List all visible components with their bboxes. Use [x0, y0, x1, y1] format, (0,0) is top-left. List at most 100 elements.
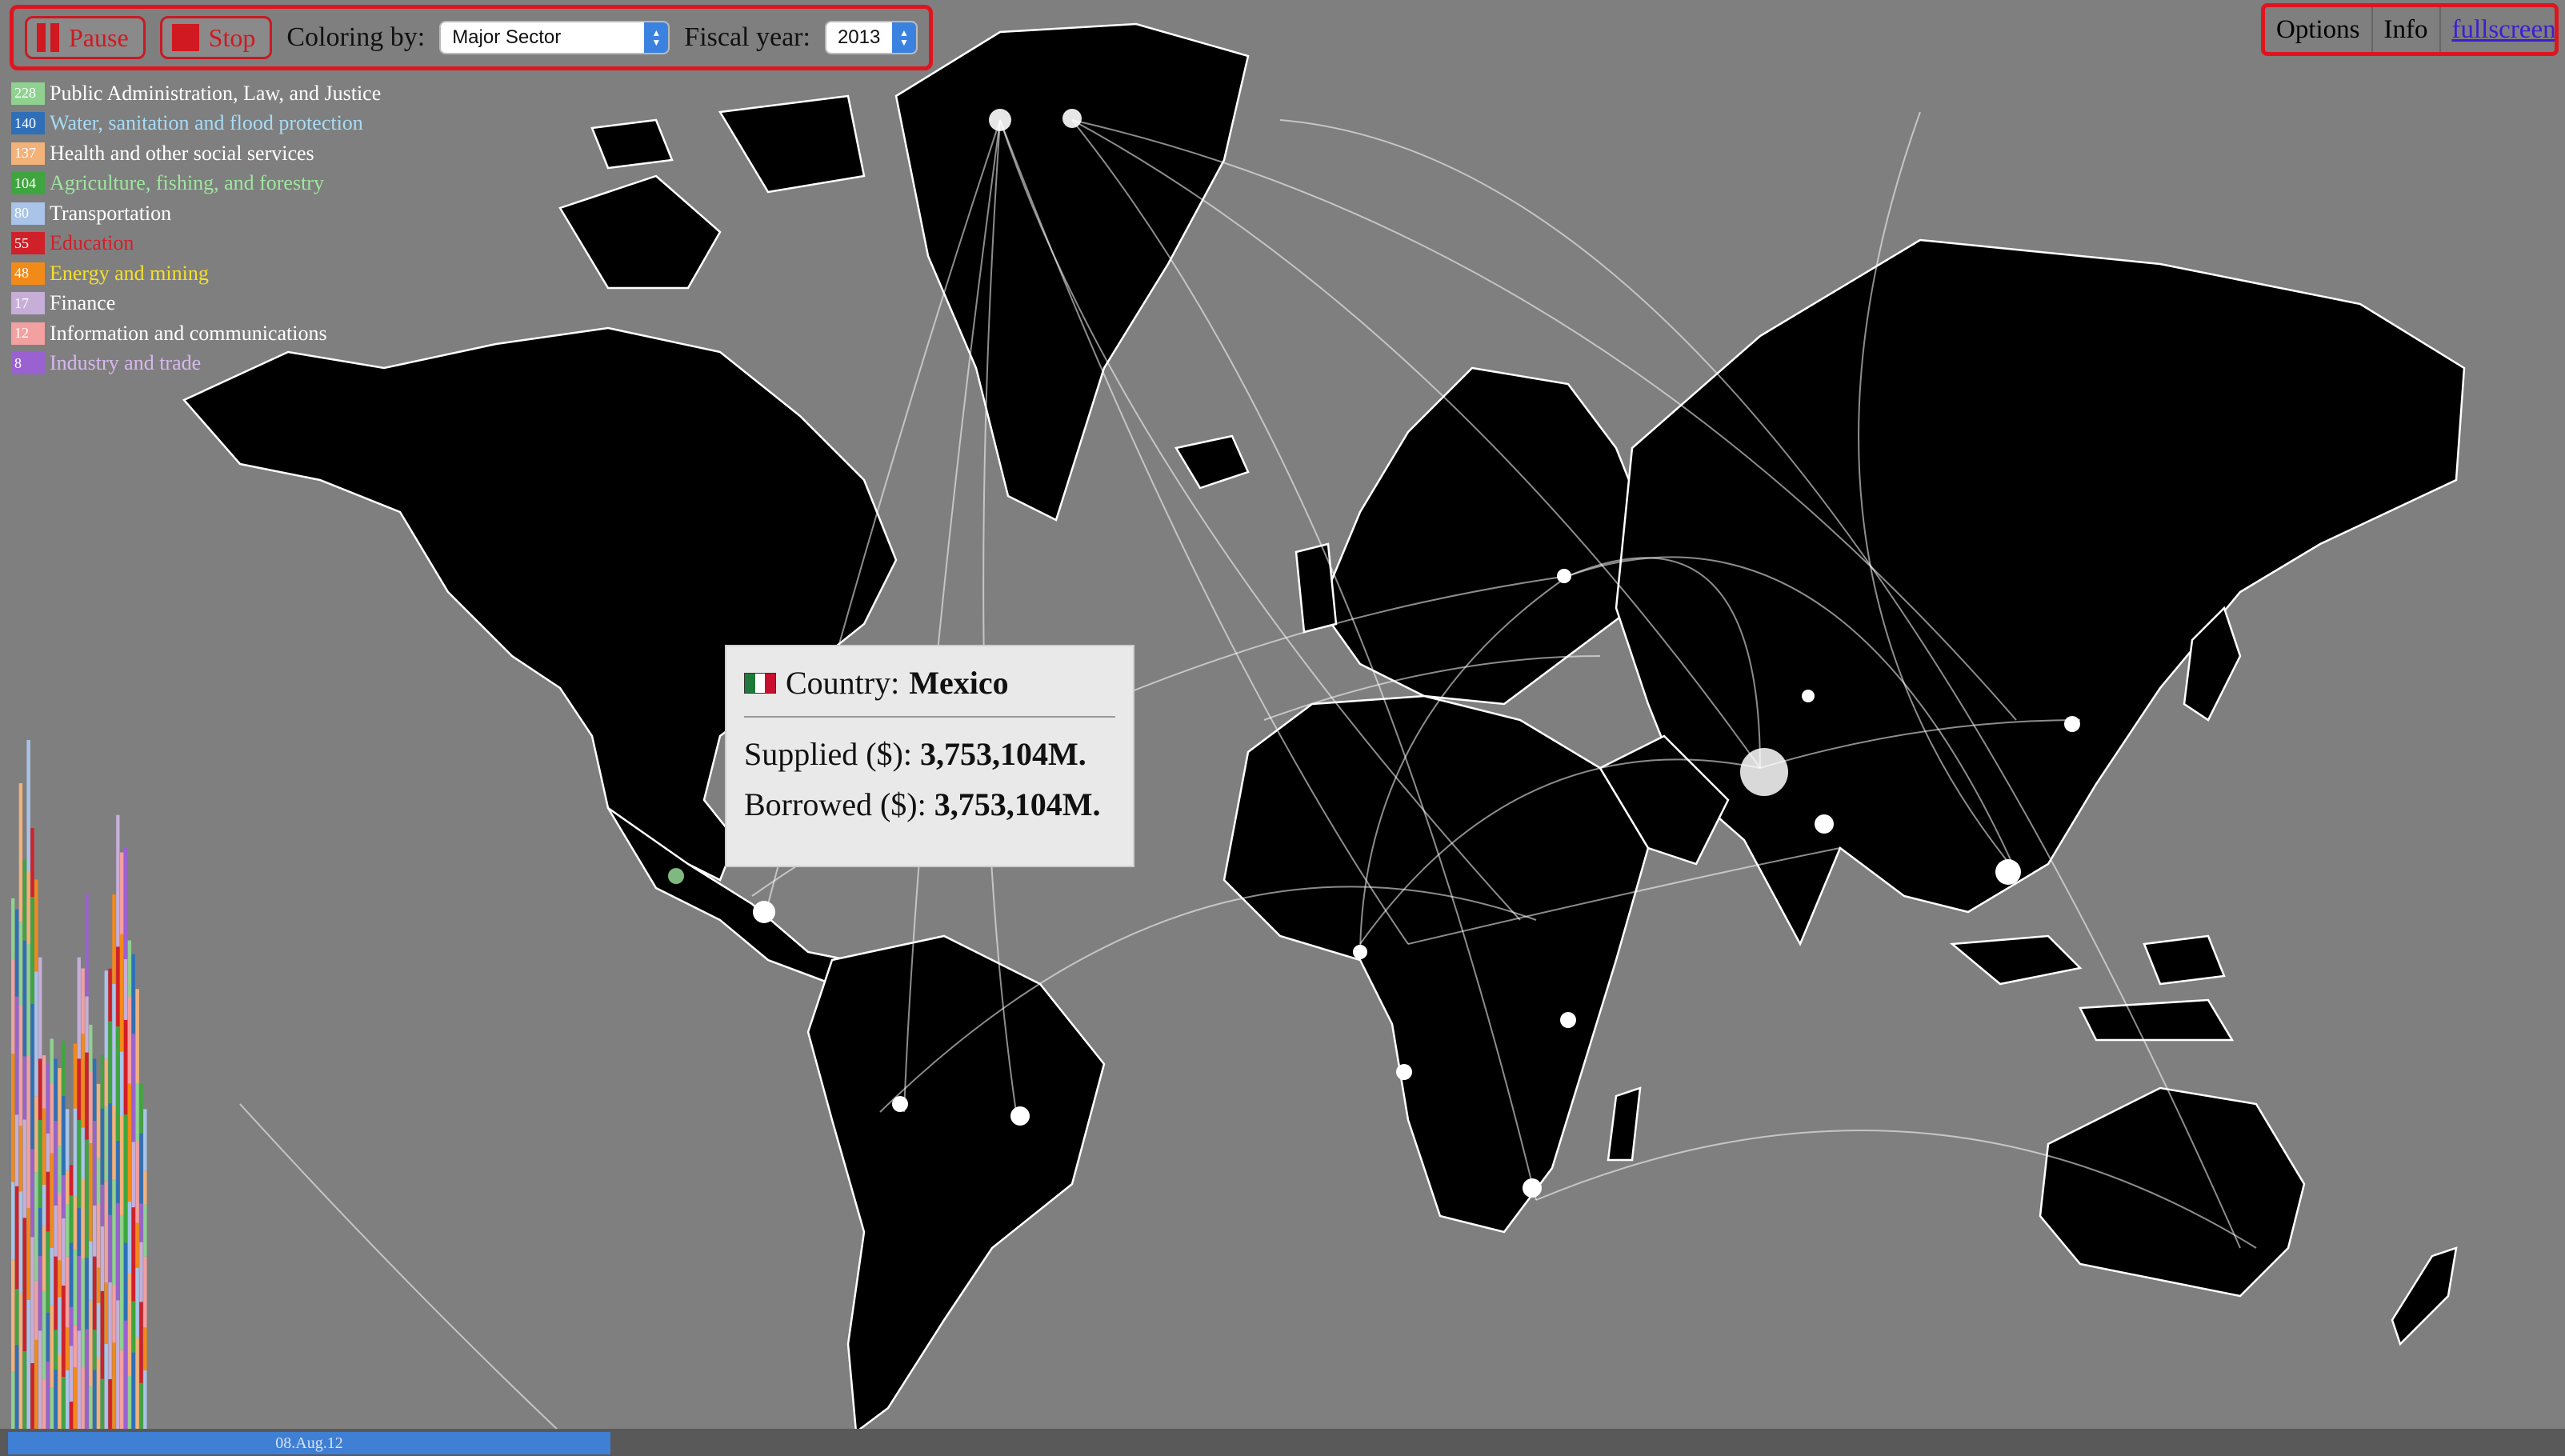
legend-item[interactable]: 48 Energy and mining [11, 258, 381, 289]
histogram-bar-segment [66, 1256, 70, 1328]
hotspot-turkey [1802, 690, 1815, 702]
histogram-bar-segment [77, 1058, 81, 1120]
histogram-bar-segment [120, 1051, 124, 1116]
legend-item[interactable]: 12 Information and communications [11, 318, 381, 349]
land-australia[interactable] [2039, 1086, 2306, 1298]
histogram-bar-segment [62, 1175, 66, 1218]
tooltip-supplied-value: 3,753,104M. [919, 736, 1086, 772]
histogram-bar-segment [50, 1153, 54, 1248]
histogram-bar-segment [112, 1106, 116, 1179]
histogram-bar-segment [112, 984, 116, 1106]
histogram-bar-segment [123, 1114, 128, 1243]
legend-count: 228 [11, 82, 45, 105]
world-map[interactable] [0, 0, 2565, 1456]
fiscal-year-select[interactable]: 2013 ▲ ▼ [824, 21, 918, 54]
histogram-bar-segment [96, 1358, 101, 1432]
histogram-bar-segment [46, 1312, 50, 1362]
tooltip-divider [744, 716, 1115, 718]
pause-button-label: Pause [69, 22, 129, 52]
histogram-bar-segment [30, 1237, 34, 1363]
histogram-bar-segment [69, 1242, 74, 1307]
land-asia[interactable] [1615, 238, 2466, 946]
coloring-select[interactable]: Major Sector ▲ ▼ [439, 21, 670, 54]
legend-item[interactable]: 104 Agriculture, fishing, and forestry [11, 169, 381, 199]
coloring-select-value: Major Sector [452, 26, 562, 48]
histogram-bar-segment [127, 1273, 132, 1376]
histogram-bar-segment [62, 1096, 66, 1175]
legend-label: Finance [50, 291, 116, 315]
histogram-bar-segment [81, 1258, 85, 1367]
histogram-bar-segment [26, 740, 30, 872]
timeline-progress[interactable]: 08.Aug.12 [8, 1432, 610, 1454]
hotspot-angola [1396, 1064, 1412, 1080]
histogram-bar-segment [22, 1119, 26, 1218]
hotspot-africa-east [1560, 1012, 1576, 1028]
histogram-bar-segment [108, 1021, 112, 1104]
legend-label: Information and communications [50, 321, 327, 345]
land-europe[interactable] [1319, 366, 1650, 706]
legend-item[interactable]: 8 Industry and trade [11, 349, 381, 379]
land-africa[interactable] [1222, 694, 1650, 1234]
histogram-bar-segment [22, 859, 26, 941]
histogram-bar-segment [131, 1142, 135, 1208]
legend-item[interactable]: 17 Finance [11, 289, 381, 319]
options-button[interactable]: Options [2265, 7, 2373, 52]
hotspot-india [1815, 814, 1834, 834]
land-uk [1295, 542, 1338, 634]
legend-count: 8 [11, 352, 45, 375]
tooltip-borrowed-label: Borrowed ($): [744, 786, 926, 822]
histogram-bar-segment [58, 1354, 62, 1432]
histogram-bar-segment [120, 934, 124, 1052]
histogram-bar-segment [96, 1083, 101, 1158]
histogram-bar-segment [143, 1170, 147, 1205]
info-button[interactable]: Info [2373, 7, 2441, 52]
legend-item[interactable]: 80 Transportation [11, 198, 381, 229]
select-arrows-icon: ▲ ▼ [892, 22, 916, 53]
histogram-bar-segment [54, 1121, 58, 1206]
histogram-bar-segment [108, 1103, 112, 1215]
histogram-bar-segment [93, 1256, 97, 1330]
legend-item[interactable]: 228 Public Administration, Law, and Justi… [11, 78, 381, 109]
histogram-bar-segment [22, 1056, 26, 1120]
histogram-bar-segment [131, 1301, 135, 1353]
histogram-bar-segment [22, 940, 26, 1057]
histogram-bar-segment [89, 1300, 93, 1386]
histogram-bar-segment [139, 1203, 143, 1242]
histogram-bar-segment [143, 1204, 147, 1257]
histogram-bar-segment [127, 996, 132, 1084]
histogram-bar-segment [46, 1231, 50, 1313]
histogram-bar-segment [54, 1058, 58, 1122]
histogram-bar-segment [104, 1344, 108, 1432]
histogram-bar-segment [62, 1286, 66, 1377]
histogram-bar-segment [66, 1204, 70, 1257]
histogram-bar-segment [54, 1256, 58, 1330]
histogram-bar-segment [96, 1158, 101, 1203]
legend-item[interactable]: 140 Water, sanitation and flood protectio… [11, 109, 381, 139]
histogram-bar-segment [104, 1058, 108, 1107]
histogram-bar-segment [50, 1387, 54, 1432]
hotspot-europe [1557, 569, 1571, 583]
hotspot-afghanistan [1740, 748, 1788, 796]
histogram-bar-segment [85, 1139, 89, 1258]
legend-item[interactable]: 55 Education [11, 229, 381, 259]
histogram-bar-segment [42, 1184, 46, 1226]
histogram-bar-segment [108, 1282, 112, 1379]
pause-button[interactable]: Pause [25, 16, 146, 59]
hotspot-peru [892, 1096, 908, 1112]
histogram-bar-segment [50, 1038, 54, 1084]
histogram-bar-segment [81, 1127, 85, 1179]
histogram-bar-segment [66, 1370, 70, 1432]
stop-button[interactable]: Stop [159, 16, 273, 59]
histogram-bar-segment [42, 1378, 46, 1432]
fullscreen-link[interactable]: fullscreen [2441, 7, 2555, 52]
histogram-bar-segment [69, 1165, 74, 1196]
histogram-bar-segment [139, 1302, 143, 1383]
histogram-bar-segment [112, 894, 116, 984]
histogram-bar-segment [18, 1126, 23, 1192]
histogram-bar-segment [104, 970, 108, 1059]
stop-button-label: Stop [208, 22, 256, 52]
legend-item[interactable]: 137 Health and other social services [11, 138, 381, 169]
histogram-bar-segment [26, 944, 30, 1056]
country-tooltip: Country: Mexico Supplied ($): 3,753,104M… [725, 645, 1134, 867]
land-south-america[interactable] [806, 934, 1106, 1434]
